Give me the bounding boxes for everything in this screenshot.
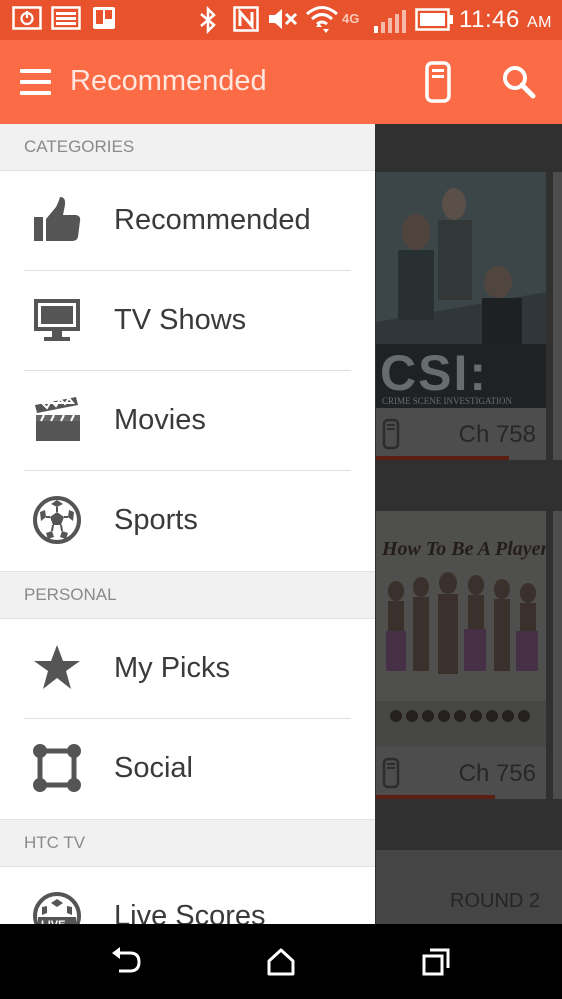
- menu-icon-line: [20, 80, 51, 84]
- drawer-item-label: Recommended: [114, 204, 311, 236]
- navigation-drawer: CATEGORIES Recommended TV Shows Movies S…: [0, 124, 375, 924]
- drawer-item-social[interactable]: Social: [0, 719, 375, 819]
- page-title: Recommended: [70, 65, 267, 97]
- drawer-item-label: Live Scores: [114, 900, 266, 924]
- drawer-item-label: Sports: [114, 504, 198, 536]
- drawer-item-label: TV Shows: [114, 304, 247, 336]
- menu-button[interactable]: [20, 69, 51, 95]
- star-icon: [34, 645, 80, 689]
- power-icon: [12, 6, 42, 30]
- battery-icon: [415, 8, 453, 31]
- section-header-personal: PERSONAL: [0, 571, 375, 619]
- drawer-item-tv-shows[interactable]: TV Shows: [0, 271, 375, 371]
- tv-icon: [34, 299, 80, 341]
- remote-icon[interactable]: [424, 60, 452, 104]
- drawer-item-label: My Picks: [114, 652, 230, 684]
- drawer-item-recommended[interactable]: Recommended: [0, 171, 375, 271]
- menu-icon: [20, 69, 51, 73]
- trello-icon: [93, 7, 115, 29]
- bluetooth-icon: [200, 6, 216, 34]
- clapperboard-icon: [35, 396, 80, 441]
- drawer-item-my-picks[interactable]: My Picks: [0, 619, 375, 719]
- recent-apps-icon[interactable]: [421, 947, 451, 977]
- app-bar: Recommended: [0, 40, 562, 124]
- drawer-item-sports[interactable]: Sports: [0, 471, 375, 571]
- back-icon[interactable]: [110, 947, 142, 975]
- section-header-categories: CATEGORIES: [0, 124, 375, 171]
- drawer-item-label: Social: [114, 752, 193, 784]
- network-type-label: 4G: [342, 11, 360, 26]
- wifi-icon: [306, 6, 338, 33]
- status-bar: 4G 11:46 AM: [0, 0, 562, 40]
- system-nav-bar: [0, 924, 562, 999]
- drawer-item-label: Movies: [114, 404, 206, 436]
- drawer-item-movies[interactable]: Movies: [0, 371, 375, 471]
- social-network-icon: [33, 744, 81, 792]
- live-ball-icon: LIVE: [33, 892, 81, 924]
- mute-icon: [269, 9, 298, 29]
- menu-icon-line: [20, 91, 51, 95]
- image-icon: [51, 6, 81, 30]
- home-icon[interactable]: [266, 947, 296, 977]
- signal-icon: [374, 10, 406, 33]
- clock: 11:46 AM: [459, 6, 552, 34]
- clock-ampm: AM: [527, 14, 552, 31]
- soccer-ball-icon: [33, 496, 81, 544]
- nfc-icon: [233, 6, 259, 32]
- clock-time: 11:46: [459, 6, 520, 33]
- thumbs-up-icon: [34, 197, 81, 241]
- drawer-item-live-scores[interactable]: LIVE Live Scores: [0, 867, 375, 924]
- section-header-htc-tv: HTC TV: [0, 819, 375, 867]
- drawer-scrim[interactable]: [375, 124, 562, 924]
- search-icon[interactable]: [501, 64, 537, 100]
